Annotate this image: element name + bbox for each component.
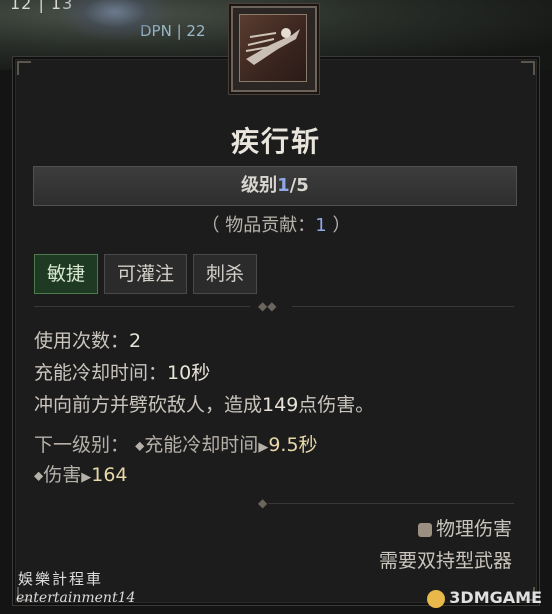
watermark-cn: 娛樂計程車 [18, 570, 104, 588]
item-contribution: （ 物品贡献：1 ） [0, 211, 552, 237]
tag-agility[interactable]: 敏捷 [34, 254, 99, 294]
skill-rank-bar: 级别1/5 [33, 166, 517, 206]
damage-type-label: 物理伤害 [435, 518, 512, 540]
arrow-right-icon: ▶ [81, 470, 92, 485]
rank-current: 1 [277, 175, 290, 196]
divider-ornament: ◆◆ [258, 299, 277, 313]
divider-right [292, 306, 514, 307]
dash-slash-icon [239, 14, 307, 82]
description-line: 冲向前方并劈砍敌人，造成149点伤害。 [34, 390, 374, 417]
rank-max: /5 [289, 175, 309, 196]
frame-corner [521, 61, 535, 75]
next-damage-value: 164 [91, 464, 128, 486]
next-cooldown-label: 充能冷却时间 [144, 434, 259, 456]
damage-type: 物理伤害 [417, 514, 512, 541]
rank-label: 级别 [241, 175, 278, 196]
frame-corner [17, 61, 31, 75]
watermark-site-text: 3DMGAME [449, 588, 542, 607]
desc-prefix: 冲向前方并劈砍敌人，造成 [34, 394, 263, 416]
skill-icon-frame [231, 6, 317, 92]
watermark-site: 3DMGAME [427, 588, 542, 608]
weapon-requirement: 需要双持型武器 [378, 550, 512, 572]
charges-line: 使用次数：2 [34, 326, 141, 353]
next-rank-line-1: 下一级别： ◆充能冷却时间▶9.5秒 [34, 430, 318, 457]
next-cooldown-value: 9.5秒 [268, 434, 318, 456]
next-rank-line-2: ◆伤害▶164 [34, 460, 128, 487]
bullet-icon: ◆ [135, 438, 145, 453]
charges-value: 2 [129, 330, 142, 352]
cooldown-value: 10秒 [167, 362, 211, 384]
desc-value: 149 [262, 394, 299, 416]
cooldown-line: 充能冷却时间：10秒 [34, 358, 210, 385]
charges-label: 使用次数： [34, 330, 130, 352]
contrib-prefix: （ 物品贡献： [201, 215, 316, 236]
divider-ornament-small: ◆ [258, 496, 268, 510]
tag-imbueable[interactable]: 可灌注 [104, 254, 188, 294]
contrib-value: 1 [315, 215, 327, 236]
dpn-label: DPN | 22 [140, 22, 206, 40]
cooldown-label: 充能冷却时间： [34, 362, 168, 384]
divider-left [34, 306, 250, 307]
skill-tags: 敏捷 可灌注 刺杀 [34, 254, 258, 294]
watermark-en: entertainment14 [16, 590, 136, 606]
arrow-right-icon: ▶ [258, 440, 269, 455]
divider-bottom [268, 503, 514, 504]
next-damage-label: 伤害 [43, 464, 82, 486]
logo-icon [427, 589, 446, 608]
tag-assassination[interactable]: 刺杀 [193, 254, 258, 294]
hud-resource-text: 12 | 13 [10, 0, 74, 13]
bullet-icon: ◆ [34, 468, 44, 483]
fist-icon [417, 522, 432, 537]
skill-name: 疾行斩 [230, 125, 321, 158]
next-rank-label: 下一级别： [34, 434, 130, 456]
desc-suffix: 点伤害。 [298, 394, 375, 416]
contrib-suffix: ） [326, 215, 351, 236]
